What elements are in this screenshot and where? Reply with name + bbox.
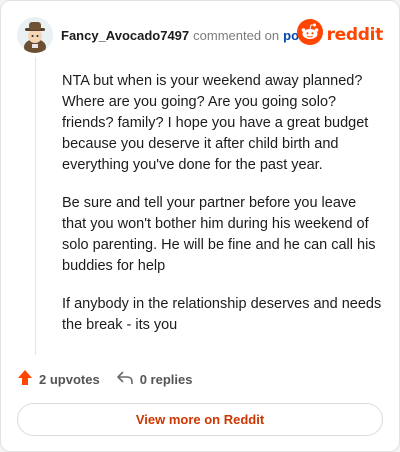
reddit-wordmark: reddit	[326, 24, 384, 45]
comment-paragraph: Be sure and tell your partner before you…	[62, 195, 376, 274]
reddit-embed-card: Fancy_Avocado7497 commented on post redd…	[0, 0, 400, 452]
comment-body: NTA but when is your weekend away planne…	[62, 71, 382, 353]
reddit-logo-icon	[296, 19, 323, 50]
reply-arrow-icon	[116, 370, 134, 389]
reply-button[interactable]: 0 replies	[116, 370, 193, 389]
avatar-icon[interactable]	[17, 17, 53, 53]
upvote-arrow-icon	[17, 369, 33, 389]
thread-line	[35, 57, 36, 355]
reply-count: 0 replies	[139, 371, 193, 387]
username[interactable]: Fancy_Avocado7497	[61, 28, 189, 43]
comment-paragraph: NTA but when is your weekend away planne…	[62, 73, 369, 173]
comment-byline: Fancy_Avocado7497 commented on post	[61, 28, 311, 43]
upvote-count: 2 upvotes	[39, 371, 100, 387]
reddit-brand[interactable]: reddit	[296, 19, 384, 50]
comment-action-text: commented on	[193, 27, 280, 43]
comment-paragraph: If anybody in the relationship deserves …	[62, 296, 382, 333]
upvote-button[interactable]: 2 upvotes	[17, 369, 100, 389]
comment-header: Fancy_Avocado7497 commented on post redd…	[17, 15, 383, 55]
comment-actions: 2 upvotes 0 replies	[17, 369, 192, 389]
view-more-button[interactable]: View more on Reddit	[17, 403, 383, 436]
